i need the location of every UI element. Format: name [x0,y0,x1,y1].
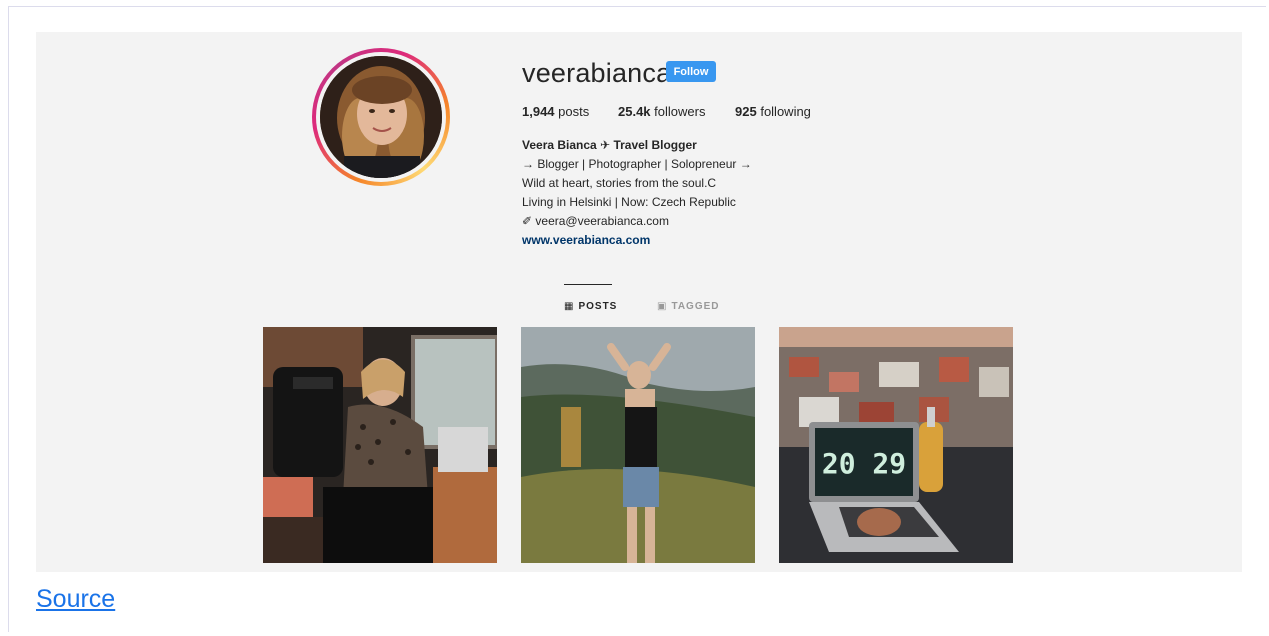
grid-icon: ▦ [564,301,575,312]
source-link[interactable]: Source [36,585,115,614]
avatar-story-ring[interactable] [312,48,450,186]
post-thumbnail[interactable] [521,327,755,563]
post-thumbnail[interactable]: 20 29 [779,327,1013,563]
active-tab-indicator [564,284,612,285]
bio-website-link[interactable]: www.veerabianca.com [522,231,862,250]
follow-button[interactable]: Follow [666,61,716,82]
avatar[interactable] [320,56,442,178]
tab-posts[interactable]: ▦ POSTS [564,301,617,312]
profile-username: veerabianca [522,58,672,88]
bio-display-name: Veera Bianca ✈ Travel Blogger [522,138,697,152]
instagram-profile-screenshot: veerabianca Follow 1,944 posts 25.4k fol… [36,32,1242,572]
following-stat[interactable]: 925 following [735,104,811,119]
posts-stat: 1,944 posts [522,104,590,119]
bio-line: → Blogger | Photographer | Solopreneur → [522,157,752,171]
bio-line: Living in Helsinki | Now: Czech Republic [522,195,736,209]
post-thumbnail[interactable] [263,327,497,563]
tag-icon: ▣ [657,301,668,312]
followers-stat[interactable]: 25.4k followers [618,104,705,119]
tab-tagged[interactable]: ▣ TAGGED [657,301,720,312]
laptop-clock-text: 20 29 [822,447,906,480]
bio-line: Wild at heart, stories from the soul.C [522,176,717,190]
profile-bio: Veera Bianca ✈ Travel Blogger → Blogger … [522,136,862,250]
bio-email: ✐ veera@veerabianca.com [522,214,669,228]
